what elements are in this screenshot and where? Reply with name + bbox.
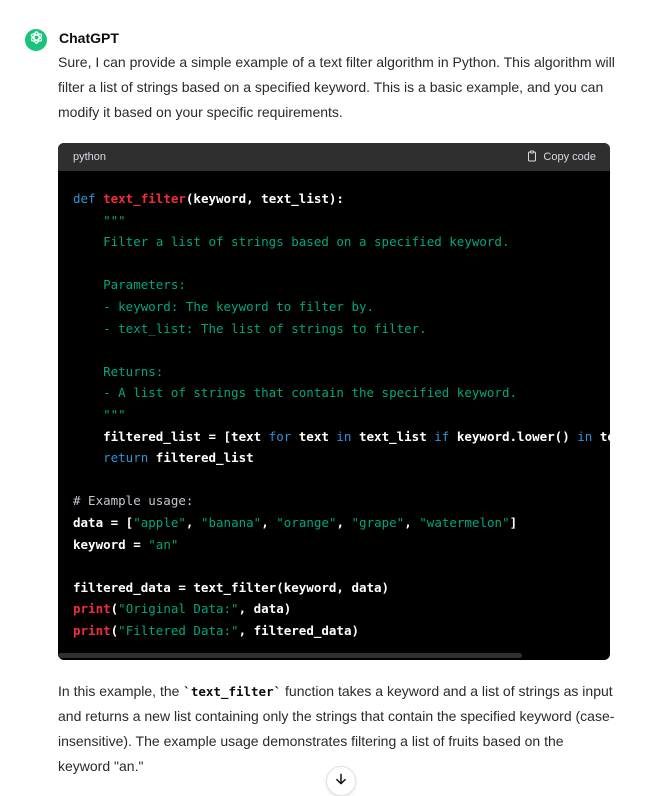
code-token: """ [73, 212, 126, 228]
code-line: data = ["apple", "banana", "orange", "gr… [73, 512, 610, 534]
code-token: Filter a list of strings based on a spec… [73, 234, 510, 250]
code-line: """ [73, 404, 610, 426]
author-name: ChatGPT [59, 30, 119, 46]
code-token: , [404, 514, 420, 530]
chatgpt-avatar [25, 29, 47, 51]
scroll-to-bottom-button[interactable] [326, 766, 356, 796]
code-line: """ [73, 210, 610, 232]
code-token: "Original Data:" [118, 601, 239, 617]
code-token: in [577, 428, 593, 444]
code-token: text.lower()] [599, 428, 610, 444]
code-token: """ [73, 406, 126, 422]
code-token: - text_list: The list of strings to filt… [73, 320, 427, 336]
code-token: "grape" [351, 514, 405, 530]
code-line: print("Original Data:", data) [73, 598, 610, 620]
code-token: # Example usage: [73, 493, 194, 509]
code-block: python Copy code def text_filter(keyword… [58, 143, 610, 660]
code-line: return filtered_list [73, 447, 610, 469]
code-token: filtered_list [148, 450, 254, 466]
outro-text: In this example, the `text_filter` funct… [58, 679, 618, 779]
code-token: keyword = [73, 536, 149, 552]
code-token: , [185, 514, 201, 530]
code-line: filtered_data = text_filter(keyword, dat… [73, 577, 610, 599]
code-line: - text_list: The list of strings to filt… [73, 318, 610, 340]
code-token: - keyword: The keyword to filter by. [73, 298, 375, 314]
intro-text: Sure, I can provide a simple example of … [58, 54, 615, 120]
code-token: "watermelon" [419, 514, 510, 530]
arrow-down-icon [334, 772, 348, 791]
code-token: print [73, 622, 111, 638]
copy-code-label: Copy code [543, 151, 596, 163]
code-line: Parameters: [73, 274, 610, 296]
code-token: "Filtered Data:" [118, 622, 239, 638]
code-token: text_filter [103, 191, 186, 206]
code-content[interactable]: def text_filter(keyword, text_list): """… [58, 171, 610, 658]
copy-code-button[interactable]: Copy code [526, 150, 596, 165]
code-line: keyword = "an" [73, 534, 610, 556]
code-token: text [291, 428, 337, 444]
code-token: "apple" [133, 514, 186, 530]
code-token: , filtered_data) [238, 622, 360, 638]
code-token: for [268, 428, 292, 444]
code-token: , [261, 514, 277, 530]
code-token: "orange" [276, 514, 337, 530]
code-token: if [434, 428, 450, 444]
code-token: (keyword, text_list): [185, 191, 344, 206]
code-line: - A list of strings that contain the spe… [73, 382, 610, 404]
code-token: "banana" [200, 514, 262, 530]
code-line: Filter a list of strings based on a spec… [73, 231, 610, 253]
code-token: keyword.lower() [449, 428, 578, 444]
code-token: , data) [238, 601, 292, 617]
code-token: Returns: [73, 363, 164, 379]
inline-code-text-filter: `text_filter` [183, 684, 282, 699]
code-token: def [73, 191, 104, 206]
code-line: # Example usage: [73, 490, 610, 512]
assistant-message: ChatGPT Sure, I can provide a simple exa… [0, 0, 672, 796]
code-line: def text_filter(keyword, text_list): [73, 188, 610, 210]
code-line: Returns: [73, 361, 610, 383]
code-token: print [73, 601, 111, 617]
code-token: data = [ [73, 514, 134, 530]
clipboard-icon [526, 150, 538, 165]
openai-logo-icon [29, 30, 44, 50]
code-token: , [336, 514, 352, 530]
code-block-header: python Copy code [58, 143, 610, 171]
code-horizontal-scrollbar[interactable] [58, 653, 522, 658]
outro-text-before: In this example, the [58, 683, 184, 699]
code-token: filtered_data = text_filter(keyword, dat… [73, 579, 390, 595]
code-token: - A list of strings that contain the spe… [73, 385, 518, 401]
code-line: print("Filtered Data:", filtered_data) [73, 620, 610, 642]
code-token: return [73, 450, 149, 466]
code-token: text_list [351, 428, 435, 444]
code-token: ] [509, 514, 518, 530]
code-token: in [336, 428, 352, 444]
code-line: - keyword: The keyword to filter by. [73, 296, 610, 318]
code-token: Parameters: [73, 277, 186, 293]
code-token: filtered_list = [text [73, 428, 269, 444]
code-line: filtered_list = [text for text in text_l… [73, 426, 610, 448]
code-language-label: python [73, 151, 107, 163]
code-token: "an" [148, 536, 179, 552]
